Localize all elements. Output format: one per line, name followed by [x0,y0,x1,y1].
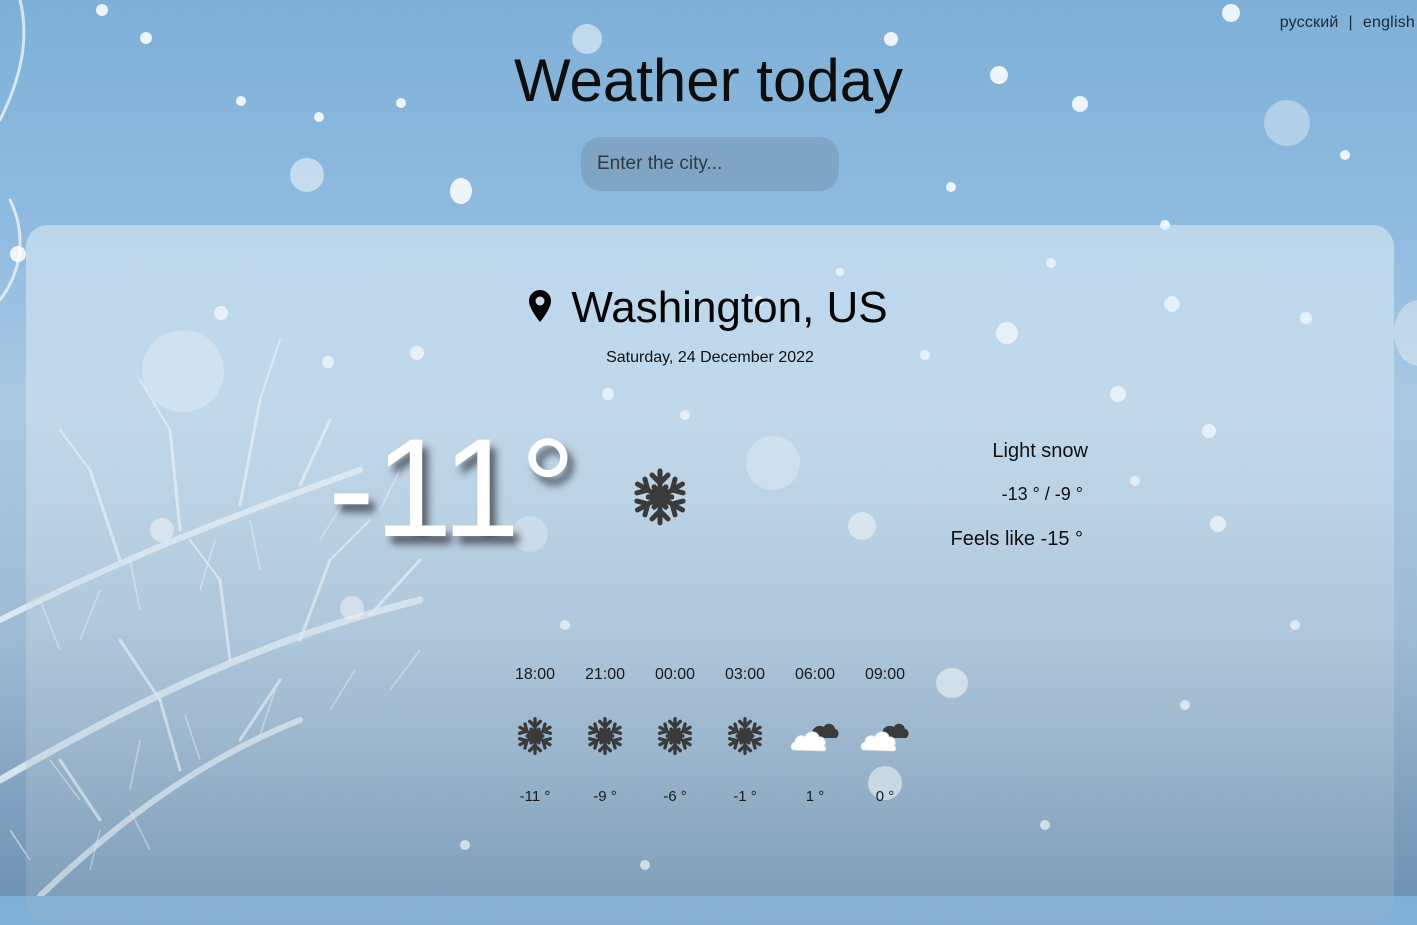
forecast-temp: -9 ° [593,788,617,805]
cloudy-icon [790,723,839,752]
page-title: Weather today [513,47,904,114]
forecast-temp: -11 ° [519,788,551,805]
lang-russian-link[interactable]: русский [1280,14,1339,31]
city-name: Washington, US [571,283,888,332]
cloudy-icon [860,723,909,752]
city-search-input[interactable] [581,137,839,191]
snowflake-icon [725,717,765,755]
forecast-temp: -1 ° [733,788,757,805]
forecast-time: 21:00 [584,666,626,683]
feels-like-temperature: Feels like -15 ° [950,528,1084,550]
forecast-time: 00:00 [654,666,696,683]
current-date: Saturday, 24 December 2022 [606,349,814,366]
forecast-time: 06:00 [794,666,836,683]
location-row: Washington, US [0,283,1417,333]
forecast-time: 03:00 [724,666,766,683]
min-max-temperature: -13 ° / -9 ° [1001,484,1083,504]
forecast-temp: -6 ° [663,788,687,805]
lang-separator: | [1348,14,1353,31]
language-switch: русский | english [1280,14,1415,32]
forecast-time: 18:00 [514,666,556,683]
current-temperature: -11° [328,409,576,566]
forecast-temp: 1 ° [805,788,825,805]
snowflake-icon [585,717,625,755]
snowflake-icon [630,468,690,527]
forecast-time: 09:00 [864,666,906,683]
weather-description: Light snow [992,440,1088,462]
snowflake-icon [515,717,555,755]
lang-english-link[interactable]: english [1363,14,1415,31]
map-pin-icon [529,290,552,323]
snowflake-icon [655,717,695,755]
forecast-temp: 0 ° [875,788,895,805]
